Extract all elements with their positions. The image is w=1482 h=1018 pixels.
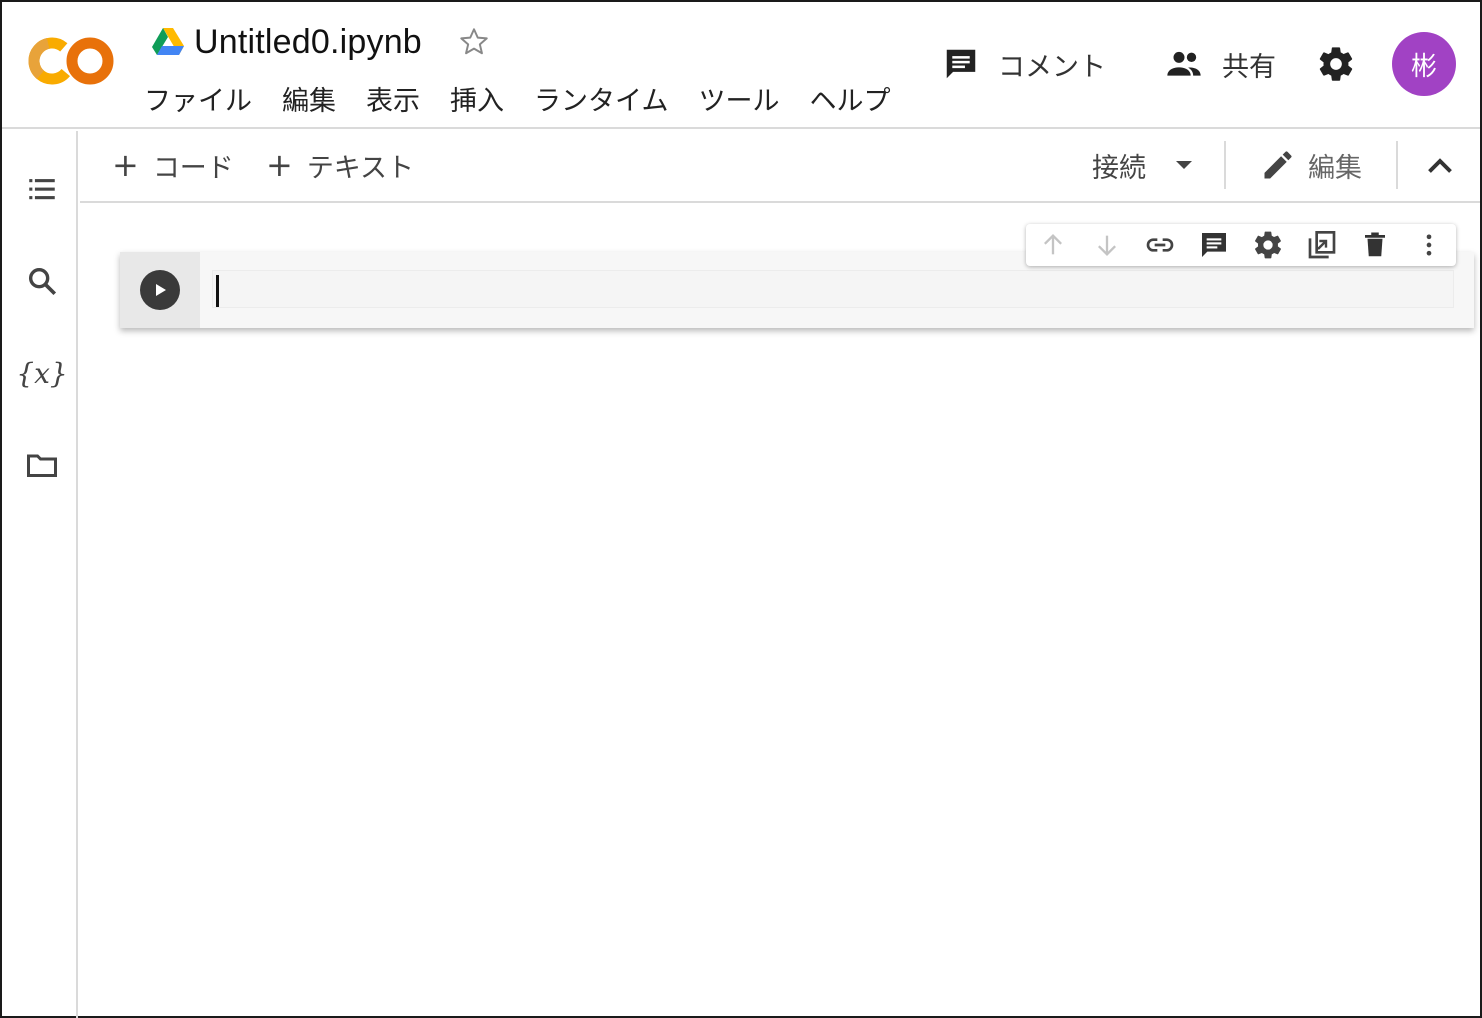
settings-gear-icon[interactable] xyxy=(1316,44,1356,84)
delete-cell-button[interactable] xyxy=(1349,224,1403,266)
comment-button-inner[interactable]: コメント xyxy=(942,45,1106,84)
comment-button[interactable]: コメント xyxy=(942,32,1106,96)
arrow-down-icon xyxy=(1097,235,1116,256)
text-cursor xyxy=(216,275,219,307)
cell-toolbar xyxy=(1026,224,1456,266)
mirror-cell-button[interactable] xyxy=(1295,224,1349,266)
share-label: 共有 xyxy=(1222,51,1276,83)
google-drive-icon[interactable] xyxy=(152,28,184,56)
colab-logo[interactable] xyxy=(28,30,114,92)
cell-settings-button[interactable] xyxy=(1241,224,1295,266)
connect-button[interactable]: 接続 xyxy=(1092,145,1194,185)
comment-icon xyxy=(1202,233,1227,257)
connect-label: 接続 xyxy=(1092,152,1146,184)
notebook-toolbar: + コード + テキスト 接続 編集 xyxy=(80,131,1480,203)
trash-icon xyxy=(1365,232,1386,257)
folder-icon xyxy=(27,454,57,477)
menu-help[interactable]: ヘルプ xyxy=(809,82,890,122)
search-button[interactable] xyxy=(22,261,62,301)
menu-runtime[interactable]: ランタイム xyxy=(534,82,668,122)
mirror-cell-icon xyxy=(1308,231,1335,259)
notebook-title[interactable]: Untitled0.ipynb xyxy=(194,23,422,62)
edit-mode-button[interactable]: 編集 xyxy=(1260,145,1362,185)
app-window: Untitled0.ipynb ファイル 編集 表示 挿入 ランタイム ツール … xyxy=(0,0,1482,1018)
title-row: Untitled0.ipynb xyxy=(152,20,492,64)
link-icon xyxy=(1147,238,1174,252)
variables-button[interactable]: {x} xyxy=(16,353,67,393)
gear-icon xyxy=(1254,231,1281,259)
menu-tools[interactable]: ツール xyxy=(698,82,779,122)
menu-file[interactable]: ファイル xyxy=(144,82,252,122)
files-button[interactable] xyxy=(22,445,62,485)
toc-icon xyxy=(29,179,55,200)
menu-insert[interactable]: 挿入 xyxy=(450,82,504,122)
toolbar-divider xyxy=(1396,141,1398,189)
left-sidebar: {x} xyxy=(2,131,78,1018)
add-code-label: コード xyxy=(152,152,234,184)
caret-down-icon xyxy=(1176,161,1192,169)
add-comment-button[interactable] xyxy=(1187,224,1241,266)
menu-view[interactable]: 表示 xyxy=(366,82,420,122)
arrow-up-icon xyxy=(1043,234,1062,255)
menu-edit[interactable]: 編集 xyxy=(282,82,336,122)
play-icon xyxy=(156,284,166,296)
plus-icon: + xyxy=(266,146,293,184)
move-cell-down-button[interactable] xyxy=(1080,224,1134,266)
more-vert-icon xyxy=(1426,234,1432,256)
cell-gutter xyxy=(120,252,200,328)
variables-icon: {x} xyxy=(16,356,68,390)
share-button[interactable]: 共有 xyxy=(1164,32,1276,96)
header: Untitled0.ipynb ファイル 編集 表示 挿入 ランタイム ツール … xyxy=(2,2,1480,129)
comment-label: コメント xyxy=(998,51,1106,83)
more-options-button[interactable] xyxy=(1402,224,1456,266)
share-button-inner[interactable]: 共有 xyxy=(1164,44,1276,84)
plus-icon: + xyxy=(112,146,139,184)
add-text-label: テキスト xyxy=(306,152,415,184)
add-text-button[interactable]: + テキスト xyxy=(266,145,414,185)
chevron-up-icon[interactable] xyxy=(1422,149,1458,185)
people-icon xyxy=(1167,51,1201,76)
move-cell-up-button[interactable] xyxy=(1026,224,1080,266)
edit-label: 編集 xyxy=(1308,152,1362,184)
pencil-icon xyxy=(1264,151,1292,179)
add-code-button[interactable]: + コード xyxy=(112,145,234,185)
table-of-contents-button[interactable] xyxy=(22,169,62,209)
comment-icon xyxy=(946,49,976,79)
toolbar-divider xyxy=(1224,141,1226,189)
user-avatar[interactable]: 彬 xyxy=(1392,32,1456,96)
code-editor[interactable] xyxy=(212,270,1454,308)
menubar: ファイル 編集 表示 挿入 ランタイム ツール ヘルプ xyxy=(144,82,920,122)
copy-link-button[interactable] xyxy=(1134,224,1188,266)
search-icon xyxy=(28,267,57,296)
run-cell-button[interactable] xyxy=(140,270,180,310)
star-icon[interactable] xyxy=(456,24,492,60)
